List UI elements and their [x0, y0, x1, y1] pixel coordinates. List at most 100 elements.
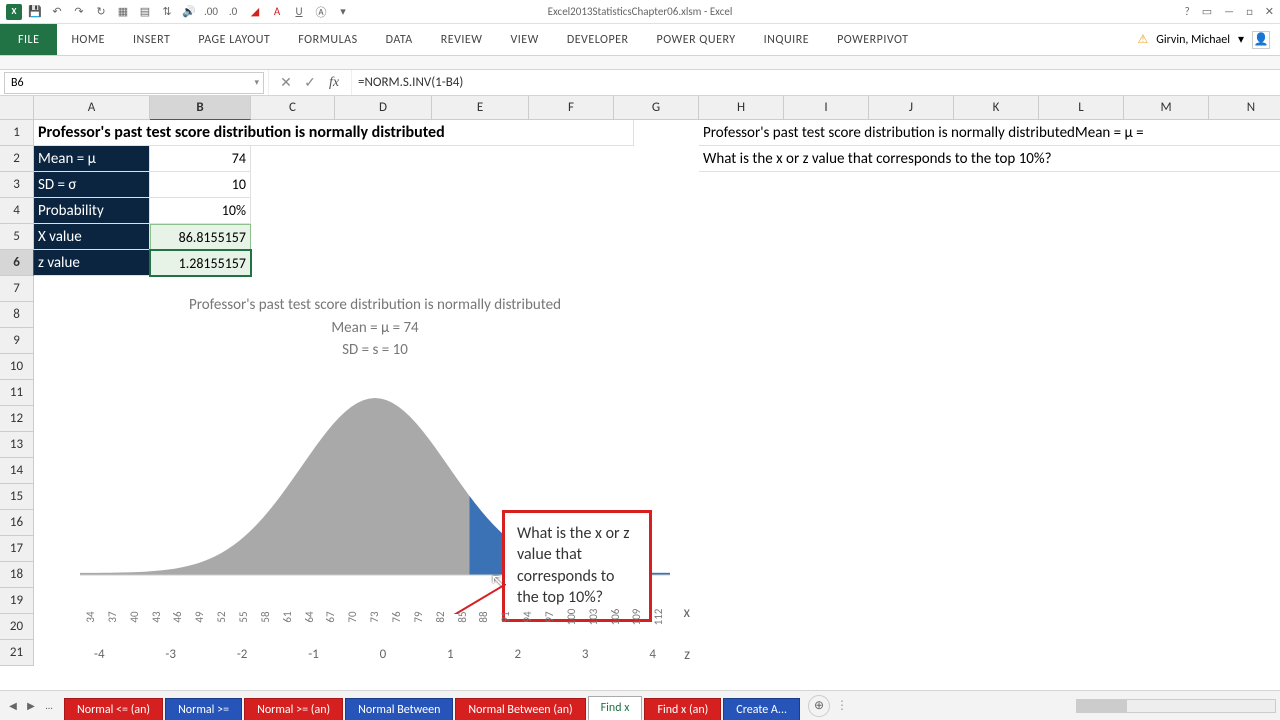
- row-header-19[interactable]: 19: [0, 588, 34, 614]
- cell-A3[interactable]: SD = σ: [34, 172, 150, 198]
- row-header-1[interactable]: 1: [0, 120, 34, 146]
- user-dropdown-icon[interactable]: ▾: [1238, 32, 1244, 47]
- cell-H1[interactable]: Professor's past test score distribution…: [699, 120, 1280, 146]
- row-header-7[interactable]: 7: [0, 276, 34, 302]
- speak-icon[interactable]: 🔊: [180, 3, 198, 21]
- sheet-tab-normal-an-[interactable]: Normal >= (an): [244, 698, 343, 720]
- repeat-icon[interactable]: ↻: [92, 3, 110, 21]
- horizontal-scrollbar[interactable]: [1076, 699, 1276, 713]
- freeze-icon[interactable]: ▤: [136, 3, 154, 21]
- column-header-M[interactable]: M: [1124, 96, 1209, 120]
- sheet-ellipsis[interactable]: ...: [40, 699, 58, 712]
- ribbon-tab-powerpivot[interactable]: POWERPIVOT: [823, 24, 922, 55]
- row-header-17[interactable]: 17: [0, 536, 34, 562]
- column-header-A[interactable]: A: [34, 96, 150, 120]
- cell-H2[interactable]: What is the x or z value that correspond…: [699, 146, 1280, 172]
- cell-B3[interactable]: 10: [150, 172, 251, 198]
- ribbon-tab-insert[interactable]: INSERT: [119, 24, 184, 55]
- row-header-14[interactable]: 14: [0, 458, 34, 484]
- row-header-10[interactable]: 10: [0, 354, 34, 380]
- fx-icon[interactable]: fx: [325, 75, 343, 91]
- row-header-21[interactable]: 21: [0, 640, 34, 666]
- sheet-tab-find-x[interactable]: Find x: [588, 696, 643, 720]
- row-header-13[interactable]: 13: [0, 432, 34, 458]
- file-tab[interactable]: FILE: [0, 24, 57, 55]
- ribbon-tab-formulas[interactable]: FORMULAS: [284, 24, 371, 55]
- row-header-4[interactable]: 4: [0, 198, 34, 224]
- underline-icon[interactable]: U: [290, 3, 308, 21]
- column-header-D[interactable]: D: [335, 96, 432, 120]
- grid-icon[interactable]: ▦: [114, 3, 132, 21]
- column-header-G[interactable]: G: [614, 96, 699, 120]
- column-header-F[interactable]: F: [529, 96, 614, 120]
- maximize-icon[interactable]: □: [1246, 5, 1253, 18]
- ribbon-tab-review[interactable]: REVIEW: [427, 24, 497, 55]
- cell-A1[interactable]: Professor's past test score distribution…: [34, 120, 634, 146]
- row-header-2[interactable]: 2: [0, 146, 34, 172]
- grid[interactable]: ABCDEFGHIJKLMN 1234567891011121314151617…: [0, 96, 1280, 690]
- customize-qat-icon[interactable]: ▾: [334, 3, 352, 21]
- ribbon-tab-inquire[interactable]: INQUIRE: [750, 24, 823, 55]
- formula-input[interactable]: =NORM.S.INV(1-B4): [352, 75, 1280, 90]
- name-box[interactable]: B6: [4, 72, 264, 94]
- column-header-B[interactable]: B: [150, 96, 251, 120]
- select-all-corner[interactable]: [0, 96, 34, 120]
- avatar-icon[interactable]: 👤: [1252, 31, 1270, 49]
- ribbon-tab-view[interactable]: VIEW: [496, 24, 552, 55]
- row-header-20[interactable]: 20: [0, 614, 34, 640]
- column-header-C[interactable]: C: [251, 96, 335, 120]
- row-header-6[interactable]: 6: [0, 250, 34, 276]
- column-header-N[interactable]: N: [1209, 96, 1280, 120]
- tab-scroll-icon[interactable]: ⋮: [836, 698, 848, 713]
- undo-icon[interactable]: ↶: [48, 3, 66, 21]
- row-header-15[interactable]: 15: [0, 484, 34, 510]
- cell-B2[interactable]: 74: [150, 146, 251, 172]
- cell-B5[interactable]: 86.8155157: [150, 224, 251, 250]
- sort-asc-icon[interactable]: ⇅: [158, 3, 176, 21]
- row-header-9[interactable]: 9: [0, 328, 34, 354]
- add-sheet-button[interactable]: ⊕: [808, 695, 830, 717]
- column-header-I[interactable]: I: [784, 96, 869, 120]
- ribbon-collapse-icon[interactable]: ▭: [1202, 5, 1212, 18]
- format-painter-icon[interactable]: Ⓐ: [312, 3, 330, 21]
- row-header-12[interactable]: 12: [0, 406, 34, 432]
- row-header-5[interactable]: 5: [0, 224, 34, 250]
- column-header-H[interactable]: H: [699, 96, 784, 120]
- row-header-16[interactable]: 16: [0, 510, 34, 536]
- cell-A4[interactable]: Probability: [34, 198, 150, 224]
- decimal-dec-icon[interactable]: .0: [224, 3, 242, 21]
- close-icon[interactable]: ✕: [1265, 5, 1274, 18]
- cell-B6[interactable]: 1.28155157: [150, 250, 251, 276]
- row-header-8[interactable]: 8: [0, 302, 34, 328]
- ribbon-tab-data[interactable]: DATA: [372, 24, 427, 55]
- sheet-tab-normal-[interactable]: Normal >=: [165, 698, 242, 720]
- column-header-L[interactable]: L: [1039, 96, 1124, 120]
- minimize-icon[interactable]: —: [1224, 5, 1234, 18]
- embedded-chart[interactable]: Professor's past test score distribution…: [60, 286, 690, 666]
- sheet-tab-normal-between[interactable]: Normal Between: [345, 698, 453, 720]
- row-header-18[interactable]: 18: [0, 562, 34, 588]
- decimal-inc-icon[interactable]: .00: [202, 3, 220, 21]
- sheet-tab-create-a-[interactable]: Create A...: [723, 698, 800, 720]
- font-color-icon[interactable]: A: [268, 3, 286, 21]
- fill-color-icon[interactable]: ◢: [246, 3, 264, 21]
- sheet-tab-normal-an-[interactable]: Normal <= (an): [64, 698, 163, 720]
- ribbon-tab-page-layout[interactable]: PAGE LAYOUT: [184, 24, 284, 55]
- row-header-3[interactable]: 3: [0, 172, 34, 198]
- cell-B4[interactable]: 10%: [150, 198, 251, 224]
- ribbon-tab-developer[interactable]: DEVELOPER: [553, 24, 643, 55]
- cell-A5[interactable]: X value: [34, 224, 150, 250]
- column-header-K[interactable]: K: [954, 96, 1039, 120]
- redo-icon[interactable]: ↷: [70, 3, 88, 21]
- save-icon[interactable]: 💾: [26, 3, 44, 21]
- sheet-tab-find-x-an-[interactable]: Find x (an): [644, 698, 721, 720]
- column-header-E[interactable]: E: [432, 96, 529, 120]
- cancel-formula-icon[interactable]: ✕: [277, 74, 295, 91]
- sheet-nav-last-icon[interactable]: ▶: [22, 699, 40, 712]
- ribbon-tab-power-query[interactable]: POWER QUERY: [643, 24, 750, 55]
- user-area[interactable]: ⚠ Girvin, Michael ▾ 👤: [1138, 24, 1280, 55]
- row-header-11[interactable]: 11: [0, 380, 34, 406]
- sheet-nav-first-icon[interactable]: ◀: [4, 699, 22, 712]
- help-icon[interactable]: ?: [1185, 5, 1190, 18]
- column-header-J[interactable]: J: [869, 96, 954, 120]
